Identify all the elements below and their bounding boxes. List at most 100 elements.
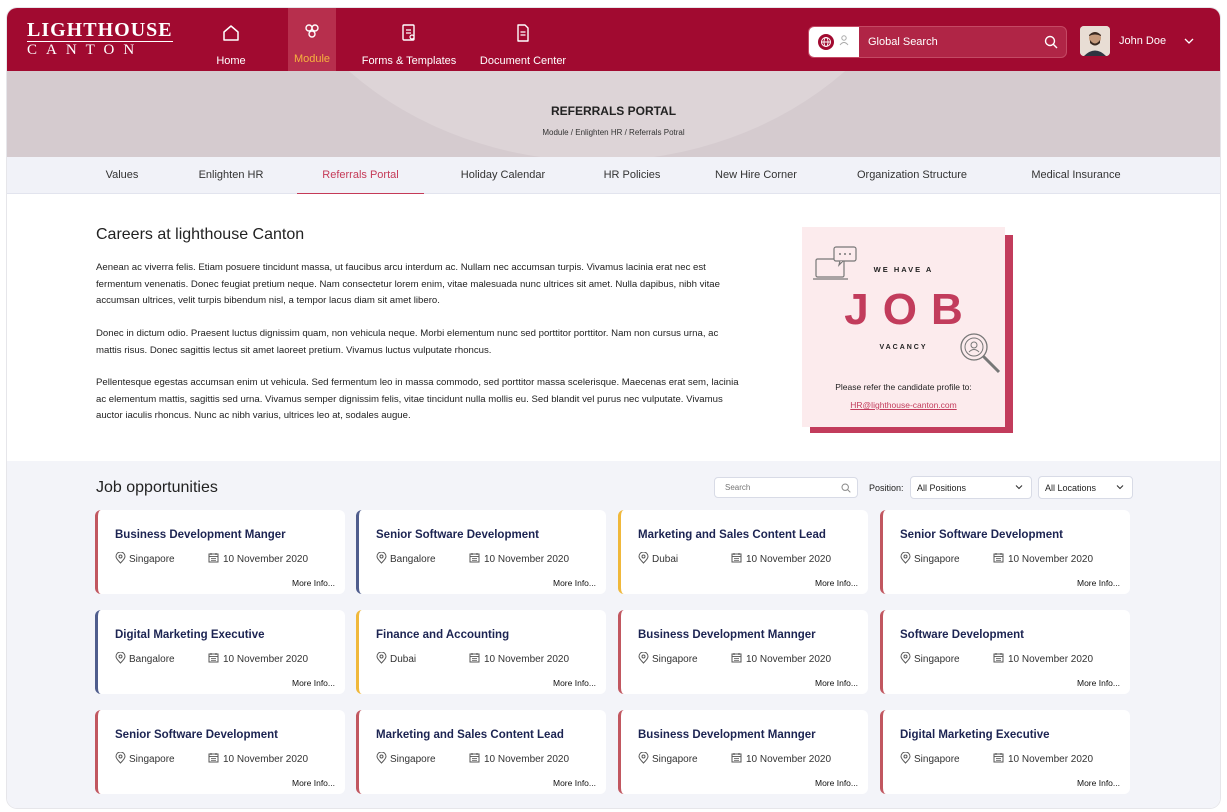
search-scope-toggle[interactable] [809,27,859,57]
tab-enlighten-hr[interactable]: Enlighten HR [191,157,271,194]
nav-home[interactable]: Home [201,8,261,71]
job-title[interactable]: Senior Software Development [376,529,539,541]
job-card[interactable]: Business Development Mannger Singapore 10 … [618,610,868,694]
location-pin-icon [376,551,387,567]
location-pin-icon [115,651,126,667]
nav-document-label: Document Center [479,55,567,67]
job-heading: JOB [844,285,977,334]
job-location: Bangalore [115,651,175,667]
tab-medical-insurance[interactable]: Medical Insurance [1022,157,1130,194]
job-search[interactable] [714,477,858,498]
location-select[interactable]: All Locations [1038,476,1133,499]
calendar-icon [993,752,1004,766]
page-title: REFERRALS PORTAL [550,104,677,118]
more-info-link[interactable]: More Info... [1077,578,1120,588]
search-icon[interactable] [835,482,857,493]
job-title[interactable]: Digital Marketing Executive [900,729,1050,741]
job-card[interactable]: Digital Marketing Executive Bangalore 10 N… [95,610,345,694]
tab-new-hire-corner[interactable]: New Hire Corner [705,157,807,194]
more-info-link[interactable]: More Info... [292,678,335,688]
job-date-text: 10 November 2020 [746,753,832,765]
job-card[interactable]: Marketing and Sales Content Lead Singapor… [356,710,606,794]
job-date: 10 November 2020 [993,752,1093,766]
job-card[interactable]: Marketing and Sales Content Lead Dubai 10 … [618,510,868,594]
more-info-link[interactable]: More Info... [1077,678,1120,688]
job-date-text: 10 November 2020 [223,553,309,565]
more-info-link[interactable]: More Info... [815,578,858,588]
more-info-link[interactable]: More Info... [553,678,596,688]
location-pin-icon [115,551,126,567]
refer-instructions: Please refer the candidate profile to: [835,382,972,392]
more-info-link[interactable]: More Info... [553,778,596,788]
job-title[interactable]: Finance and Accounting [376,629,509,641]
lighthouse-canton-logo[interactable]: LIGHTHOUSE CANTON [27,20,173,59]
job-date: 10 November 2020 [993,552,1093,566]
job-card[interactable]: Senior Software Development Singapore 10 N… [95,710,345,794]
logo-line1: LIGHTHOUSE [27,19,173,42]
location-select-value: All Locations [1045,482,1097,493]
more-info-link[interactable]: More Info... [815,678,858,688]
more-info-link[interactable]: More Info... [292,778,335,788]
job-card[interactable]: Senior Software Development Bangalore 10 N… [356,510,606,594]
search-icon[interactable] [1036,35,1066,49]
job-date: 10 November 2020 [469,552,569,566]
job-title[interactable]: Senior Software Development [115,729,278,741]
job-location-text: Singapore [914,754,960,765]
global-search[interactable]: Global Search [808,26,1067,58]
job-card[interactable]: Business Development Mannger Singapore 10 … [618,710,868,794]
job-title[interactable]: Business Development Manger [115,529,286,541]
job-date: 10 November 2020 [208,752,308,766]
job-card[interactable]: Software Development Singapore 10 November… [880,610,1130,694]
main-nav: Home Module Forms & Templates Document C… [201,8,578,71]
job-date-text: 10 November 2020 [484,653,570,665]
job-title[interactable]: Senior Software Development [900,529,1063,541]
we-have-a-text: WE HAVE A [873,265,934,274]
job-location: Bangalore [376,551,436,567]
hr-email-link[interactable]: HR@lighthouse-canton.com [802,400,1005,410]
job-title[interactable]: Digital Marketing Executive [115,629,265,641]
more-info-link[interactable]: More Info... [553,578,596,588]
position-select-value: All Positions [917,482,967,493]
nav-forms-templates[interactable]: Forms & Templates [350,8,468,71]
location-pin-icon [638,751,649,767]
location-pin-icon [900,651,911,667]
job-date-text: 10 November 2020 [484,753,570,765]
global-search-input[interactable]: Global Search [859,36,1036,48]
calendar-icon [993,652,1004,666]
job-search-input[interactable] [715,483,835,492]
nav-module[interactable]: Module [288,8,336,71]
chevron-down-icon[interactable] [1184,35,1194,47]
job-card[interactable]: Digital Marketing Executive Singapore 10 N… [880,710,1130,794]
job-title[interactable]: Business Development Mannger [638,629,816,641]
job-title[interactable]: Marketing and Sales Content Lead [638,529,826,541]
more-info-link[interactable]: More Info... [292,578,335,588]
careers-title: Careers at lighthouse Canton [96,226,305,243]
tab-organization-structure[interactable]: Organization Structure [845,157,979,194]
job-date-text: 10 November 2020 [746,653,832,665]
tab-hr-policies[interactable]: HR Policies [595,157,669,194]
more-info-link[interactable]: More Info... [815,778,858,788]
tab-holiday-calendar[interactable]: Holiday Calendar [450,157,556,194]
position-select[interactable]: All Positions [910,476,1032,499]
job-card[interactable]: Business Development Manger Singapore 10 N… [95,510,345,594]
job-title[interactable]: Business Development Mannger [638,729,816,741]
job-location: Singapore [900,751,960,767]
nav-document-center[interactable]: Document Center [468,8,578,71]
job-title[interactable]: Software Development [900,629,1024,641]
job-date-text: 10 November 2020 [1008,753,1094,765]
job-location-text: Singapore [129,754,175,765]
location-pin-icon [638,551,649,567]
job-card[interactable]: Senior Software Development Singapore 10 N… [880,510,1130,594]
job-card[interactable]: Finance and Accounting Dubai 10 November 2… [356,610,606,694]
section-tabs: Values Enlighten HR Referrals Portal Hol… [7,157,1220,194]
page-hero: REFERRALS PORTAL Module / Enlighten HR /… [7,71,1220,157]
job-title[interactable]: Marketing and Sales Content Lead [376,729,564,741]
more-info-link[interactable]: More Info... [1077,778,1120,788]
calendar-icon [731,552,742,566]
tab-referrals-portal[interactable]: Referrals Portal [297,157,424,194]
job-location-text: Singapore [652,754,698,765]
tab-values[interactable]: Values [93,157,151,194]
breadcrumb: Module / Enlighten HR / Referrals Potral [542,128,685,137]
user-menu[interactable]: John Doe [1080,26,1194,56]
location-pin-icon [115,751,126,767]
